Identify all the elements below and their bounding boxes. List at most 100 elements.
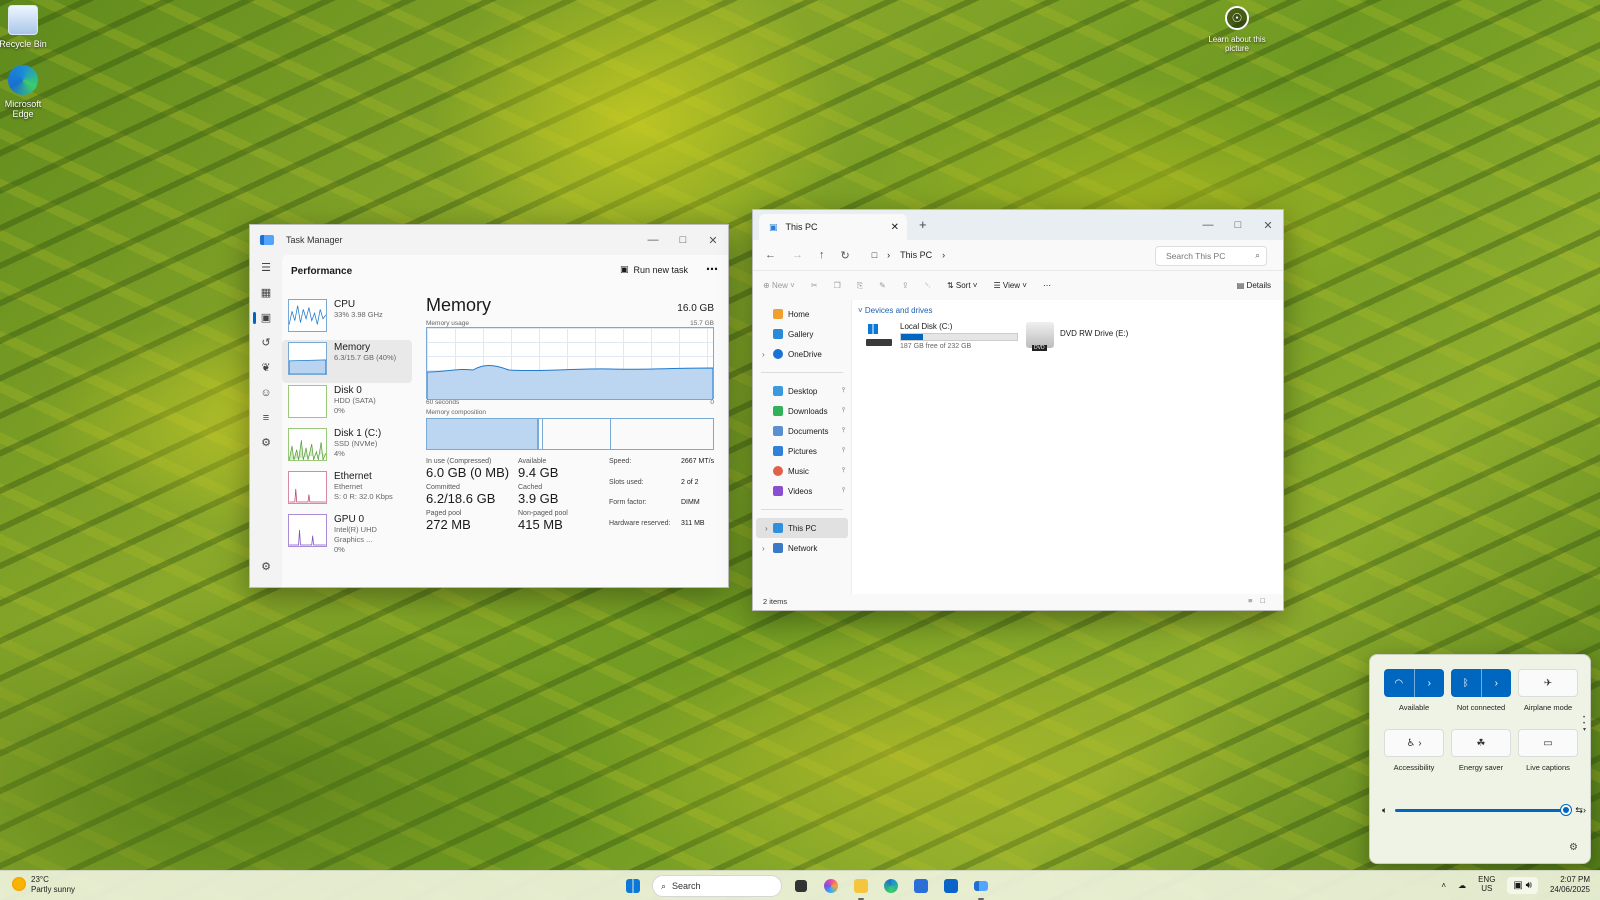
nav-item-gallery[interactable]: Gallery bbox=[753, 324, 851, 344]
search-input[interactable]: Search This PC ⌕ bbox=[1155, 246, 1267, 266]
energy-saver-toggle[interactable]: ☘ bbox=[1451, 729, 1511, 757]
back-arrow-icon[interactable]: ← bbox=[765, 249, 776, 261]
audio-output-icon[interactable]: ⇆› bbox=[1575, 805, 1586, 816]
show-hidden-icons-chevron-icon[interactable]: ˄ bbox=[1441, 881, 1446, 890]
resource-disk-1[interactable]: Disk 1 (C:) SSD (NVMe) 4% bbox=[282, 426, 412, 469]
nav-item-home[interactable]: Home bbox=[753, 304, 851, 324]
edge-taskbar-button[interactable] bbox=[880, 875, 902, 897]
chevron-right-icon[interactable]: › bbox=[765, 524, 768, 533]
nav-item-network[interactable]: › Network bbox=[753, 538, 851, 558]
search-placeholder: Search This PC bbox=[1166, 251, 1226, 261]
onedrive-cloud-icon[interactable]: ☁ bbox=[1458, 881, 1466, 890]
app-history-icon[interactable]: ↺ bbox=[250, 330, 282, 355]
maximize-button[interactable]: □ bbox=[668, 225, 698, 255]
minimize-button[interactable]: — bbox=[1193, 210, 1223, 240]
processes-icon[interactable]: ▦ bbox=[250, 280, 282, 305]
clock[interactable]: 2:07 PM 24/06/2025 bbox=[1550, 875, 1590, 895]
store-taskbar-button[interactable] bbox=[910, 875, 932, 897]
volume-slider-thumb[interactable] bbox=[1561, 805, 1572, 815]
wifi-icon[interactable]: ◠ bbox=[1384, 669, 1414, 697]
resource-gpu[interactable]: GPU 0 Intel(R) UHD Graphics ... 0% bbox=[282, 512, 412, 555]
outlook-taskbar-button[interactable] bbox=[940, 875, 962, 897]
group-header-devices[interactable]: ˅ Devices and drives bbox=[858, 306, 1283, 315]
more-options-icon[interactable]: ⋯ bbox=[706, 262, 718, 276]
nav-item-videos[interactable]: Videos ⫯ bbox=[753, 481, 851, 501]
task-view-button[interactable] bbox=[790, 875, 812, 897]
wifi-expand-chevron-icon[interactable]: › bbox=[1413, 669, 1445, 697]
bluetooth-toggle[interactable]: ᛒ › bbox=[1451, 669, 1511, 697]
volume-slider[interactable] bbox=[1395, 805, 1572, 815]
resource-memory[interactable]: Memory 6.3/15.7 GB (40%) bbox=[282, 340, 412, 383]
refresh-icon[interactable]: ↻ bbox=[841, 249, 850, 262]
startup-apps-icon[interactable]: ❦ bbox=[250, 355, 282, 380]
live-captions-toggle[interactable]: ▭ bbox=[1518, 729, 1578, 757]
forward-arrow-icon[interactable]: → bbox=[792, 249, 803, 261]
run-new-task-button[interactable]: ▣ Run new task bbox=[620, 264, 688, 275]
performance-icon[interactable]: ▣ bbox=[250, 305, 282, 330]
task-manager-taskbar-button[interactable] bbox=[970, 875, 992, 900]
task-manager-window: Task Manager — □ ✕ ☰ ▦ ▣ ↺ ❦ ☺ ≡ ⚙ ⚙ Per… bbox=[249, 224, 729, 588]
bluetooth-expand-chevron-icon[interactable]: › bbox=[1480, 669, 1512, 697]
speaker-icon[interactable]: 🔈︎ bbox=[1382, 805, 1387, 816]
nav-item-onedrive[interactable]: › OneDrive bbox=[753, 344, 851, 364]
cut-icon[interactable]: ✂ bbox=[811, 281, 818, 290]
nav-item-downloads[interactable]: Downloads ⫯ bbox=[753, 401, 851, 421]
resource-ethernet[interactable]: Ethernet Ethernet S: 0 R: 32.0 Kbps bbox=[282, 469, 412, 512]
up-arrow-icon[interactable]: ↑ bbox=[819, 249, 825, 261]
settings-gear-icon[interactable]: ⚙ bbox=[1569, 842, 1578, 853]
page-indicator[interactable]: • • ▾ bbox=[1583, 715, 1586, 733]
details-icon[interactable]: ≡ bbox=[250, 405, 282, 430]
nav-item-pictures[interactable]: Pictures ⫯ bbox=[753, 441, 851, 461]
chevron-right-icon[interactable]: › bbox=[762, 544, 765, 553]
details-view-icon[interactable]: ≡ bbox=[1248, 596, 1260, 605]
input-language[interactable]: ENG US bbox=[1478, 875, 1495, 894]
chevron-right-icon[interactable]: › bbox=[762, 350, 765, 359]
share-icon[interactable]: ⇪ bbox=[902, 281, 909, 290]
nav-item-desktop[interactable]: Desktop ⫯ bbox=[753, 381, 851, 401]
taskbar-search-box[interactable]: ⌕ Search bbox=[652, 875, 782, 897]
close-tab-icon[interactable]: ✕ bbox=[891, 222, 899, 233]
copy-icon[interactable]: ❐ bbox=[834, 281, 841, 290]
paste-icon[interactable]: ⎘ bbox=[857, 281, 863, 291]
edge-desktop-icon[interactable]: Microsoft Edge bbox=[0, 65, 53, 120]
breadcrumb[interactable]: This PC bbox=[900, 250, 932, 260]
close-button[interactable]: ✕ bbox=[698, 225, 728, 255]
sort-button[interactable]: ⇅ Sort ˅ bbox=[947, 281, 978, 290]
start-button[interactable] bbox=[622, 875, 644, 897]
new-button[interactable]: ⊕ New ˅ bbox=[763, 281, 795, 290]
services-icon[interactable]: ⚙ bbox=[250, 430, 282, 455]
file-explorer-taskbar-button[interactable] bbox=[850, 875, 872, 900]
nav-item-documents[interactable]: Documents ⫯ bbox=[753, 421, 851, 441]
users-icon[interactable]: ☺ bbox=[250, 380, 282, 405]
copilot-button[interactable] bbox=[820, 875, 842, 897]
hamburger-menu-icon[interactable]: ☰ bbox=[250, 255, 282, 280]
nav-item-this-pc[interactable]: › This PC bbox=[756, 518, 848, 538]
tiles-view-icon[interactable]: □ bbox=[1260, 596, 1273, 605]
bluetooth-icon[interactable]: ᛒ bbox=[1451, 669, 1481, 697]
drive-local-disk-c[interactable]: Local Disk (C:) 187 GB free of 232 GB bbox=[866, 322, 1018, 350]
learn-about-picture[interactable]: ☉ Learn about this picture bbox=[1200, 6, 1274, 53]
nav-item-music[interactable]: Music ⫯ bbox=[753, 461, 851, 481]
address-bar[interactable]: □ › This PC › bbox=[872, 250, 945, 260]
new-tab-button[interactable]: + bbox=[919, 217, 927, 232]
weather-widget[interactable]: 23°C Partly sunny bbox=[12, 875, 75, 894]
drive-dvd-e[interactable]: DVD RW Drive (E:) bbox=[1026, 322, 1128, 351]
explorer-tab-bar[interactable]: ▣ This PC ✕ + — □ ✕ bbox=[753, 210, 1283, 240]
accessibility-toggle[interactable]: ♿ › bbox=[1384, 729, 1444, 757]
airplane-mode-toggle[interactable]: ✈ bbox=[1518, 669, 1578, 697]
wifi-toggle[interactable]: ◠ › bbox=[1384, 669, 1444, 697]
close-button[interactable]: ✕ bbox=[1253, 210, 1283, 240]
network-volume-battery-button[interactable]: ▣ 🔊︎ bbox=[1507, 876, 1538, 894]
recycle-bin-desktop-icon[interactable]: Recycle Bin bbox=[0, 5, 53, 49]
more-options-icon[interactable]: ⋯ bbox=[1043, 281, 1051, 290]
delete-icon[interactable]: ␡ bbox=[925, 281, 931, 291]
settings-icon[interactable]: ⚙ bbox=[250, 554, 282, 579]
details-button[interactable]: ▤ Details bbox=[1237, 281, 1271, 290]
minimize-button[interactable]: — bbox=[638, 225, 668, 255]
rename-icon[interactable]: ✎ bbox=[879, 281, 886, 290]
resource-cpu[interactable]: CPU 33% 3.98 GHz bbox=[282, 297, 412, 340]
view-button[interactable]: ☰ View ˅ bbox=[993, 281, 1027, 290]
tab-this-pc[interactable]: ▣ This PC ✕ bbox=[759, 214, 907, 240]
maximize-button[interactable]: □ bbox=[1223, 210, 1253, 240]
resource-disk-0[interactable]: Disk 0 HDD (SATA) 0% bbox=[282, 383, 412, 426]
